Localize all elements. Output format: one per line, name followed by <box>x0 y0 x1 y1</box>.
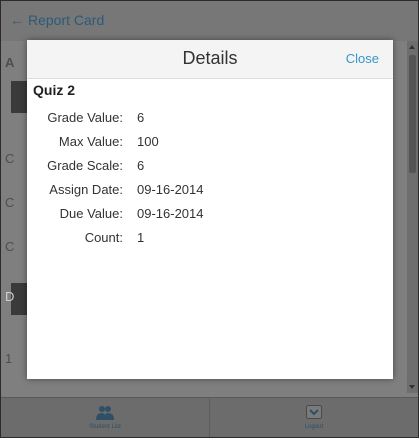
student-list-label: Student List <box>89 424 121 430</box>
back-button[interactable]: ← Report Card <box>10 12 104 28</box>
detail-row-assign-date: Assign Date: 09-16-2014 <box>27 182 393 206</box>
background-text: D <box>5 289 15 304</box>
logout-button[interactable]: Logout <box>210 398 418 437</box>
assignment-title: Quiz 2 <box>33 82 76 98</box>
detail-label: Max Value: <box>58 134 123 149</box>
modal-header: Details Close <box>27 40 393 79</box>
detail-label: Due Value: <box>59 206 123 221</box>
detail-row-due-value: Due Value: 09-16-2014 <box>27 206 393 230</box>
detail-value: 1 <box>137 230 145 245</box>
detail-row-grade-scale: Grade Scale: 6 <box>27 158 393 182</box>
details-list: Grade Value: 6 Max Value: 100 Grade Scal… <box>27 110 393 254</box>
detail-row-max-value: Max Value: 100 <box>27 134 393 158</box>
detail-value: 09-16-2014 <box>137 182 204 197</box>
scroll-up-icon[interactable] <box>409 45 415 49</box>
users-icon <box>95 405 115 426</box>
detail-label: Grade Scale: <box>47 158 123 173</box>
background-text: C <box>5 151 15 166</box>
scroll-down-icon[interactable] <box>409 385 415 389</box>
back-label: Report Card <box>28 12 105 28</box>
detail-label: Count: <box>84 230 123 245</box>
detail-label: Assign Date: <box>49 182 123 197</box>
detail-value: 6 <box>137 158 145 173</box>
close-button[interactable]: Close <box>346 51 379 66</box>
chevron-down-icon <box>306 405 322 424</box>
detail-row-count: Count: 1 <box>27 230 393 254</box>
scrollbar-thumb[interactable] <box>409 55 416 173</box>
modal-title: Details <box>182 48 238 68</box>
detail-row-grade-value: Grade Value: 6 <box>27 110 393 134</box>
detail-value: 09-16-2014 <box>137 206 204 221</box>
footer-nav: Student List Logout <box>1 397 418 437</box>
background-text: 1 <box>5 351 13 366</box>
back-arrow-icon: ← <box>10 12 24 28</box>
logout-label: Logout <box>304 424 324 430</box>
detail-label: Grade Value: <box>47 110 123 125</box>
details-modal: Details Close Quiz 2 Grade Value: 6 Max … <box>27 40 393 379</box>
app-frame: ← Report Card A C C C D 1 Student List L… <box>0 0 419 438</box>
student-list-button[interactable]: Student List <box>1 398 210 437</box>
background-text: C <box>5 195 15 210</box>
detail-value: 6 <box>137 110 145 125</box>
detail-value: 100 <box>137 134 159 149</box>
page-scrollbar[interactable] <box>407 41 418 393</box>
top-bar: ← Report Card <box>1 1 418 41</box>
background-text: C <box>5 239 15 254</box>
background-text: A <box>5 55 15 70</box>
